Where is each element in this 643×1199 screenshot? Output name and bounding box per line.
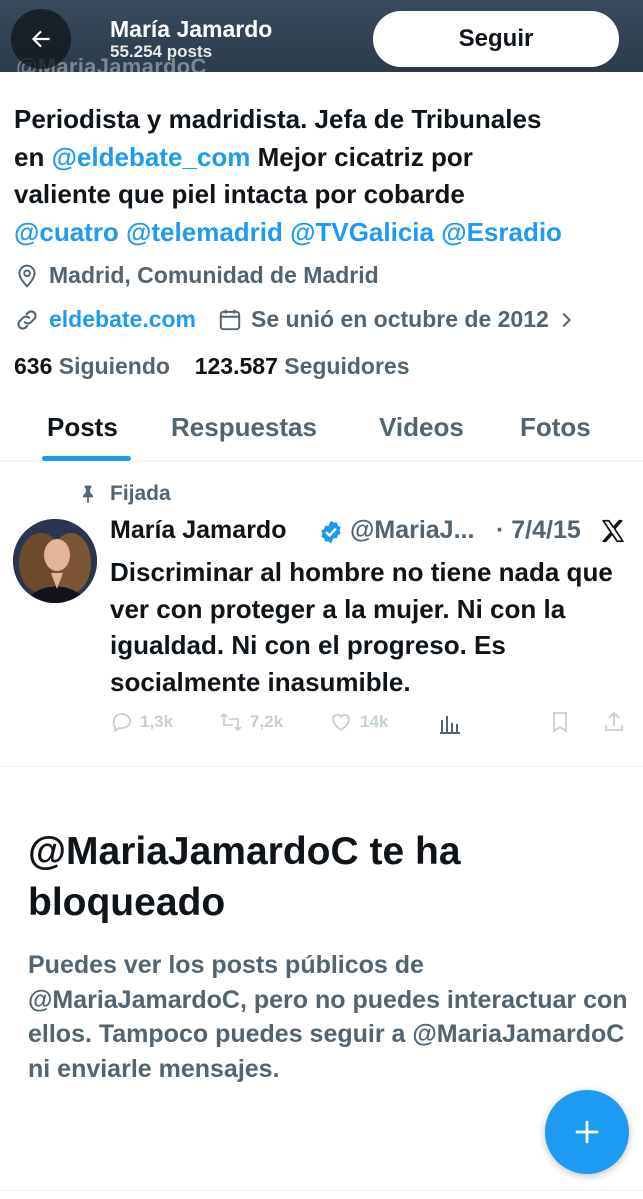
avatar-photo	[13, 519, 97, 603]
pinned-indicator: Fijada	[78, 482, 171, 506]
followers-label: Seguidores	[284, 353, 410, 379]
following-label: Siguiendo	[58, 353, 170, 379]
compose-post-button[interactable]	[545, 1090, 629, 1174]
views-button[interactable]	[438, 712, 462, 736]
profile-tabs: Posts Respuestas Videos Fotos	[0, 390, 643, 461]
views-icon	[440, 716, 460, 734]
bio-mention-eldebate[interactable]: @eldebate_com	[52, 142, 251, 172]
retweet-icon	[220, 712, 242, 732]
bio-line-2-rest: Mejor cicatriz por	[257, 141, 473, 172]
tab-videos[interactable]: Videos	[379, 412, 464, 443]
tweet-date[interactable]: · 7/4/15	[496, 516, 581, 545]
tweet-header: María Jamardo @MariaJ... · 7/4/15	[110, 516, 630, 550]
share-button[interactable]	[602, 710, 626, 734]
like-count: 14k	[360, 712, 389, 731]
share-icon	[605, 711, 623, 731]
pinned-label: Fijada	[110, 482, 171, 505]
followers-count: 123.587	[194, 353, 278, 379]
reply-button[interactable]: 1,3k	[110, 710, 173, 734]
joined-text: Se unió en octubre de 2012	[251, 306, 549, 332]
bio-mention-telemadrid[interactable]: @telemadrid	[126, 217, 283, 247]
following-stat[interactable]: 636 Siguiendo	[14, 353, 170, 379]
like-icon	[332, 713, 350, 732]
bio-mention-esradio[interactable]: @Esradio	[441, 217, 562, 247]
tab-posts[interactable]: Posts	[47, 412, 118, 443]
reply-icon	[112, 713, 131, 733]
bio-line-3: valiente que piel intacta por cobarde	[14, 179, 465, 209]
bookmark-icon	[553, 712, 567, 733]
following-count: 636	[14, 353, 53, 379]
profile-bio: Periodista y madridista. Jefa de Tribuna…	[14, 101, 634, 251]
tweet-avatar[interactable]	[13, 519, 97, 603]
tweet-divider	[0, 766, 643, 767]
reply-count: 1,3k	[140, 712, 174, 731]
pin-icon	[83, 485, 93, 504]
tweet-handle[interactable]: @MariaJ...	[350, 516, 474, 545]
retweet-button[interactable]: 7,2k	[218, 710, 283, 734]
bottom-divider	[0, 1190, 643, 1191]
link-icon	[17, 309, 37, 330]
profile-link-row: eldebate.com Se unió en octubre de 2012	[14, 306, 577, 333]
verified-badge-icon	[321, 520, 341, 544]
chevron-right-icon[interactable]	[555, 309, 577, 331]
tweet-author-name[interactable]: María Jamardo	[110, 516, 286, 545]
back-arrow-icon	[31, 30, 50, 48]
blocked-title: @MariaJamardoC te ha bloqueado	[28, 830, 461, 924]
tab-respuestas[interactable]: Respuestas	[171, 412, 317, 443]
back-button[interactable]	[11, 9, 71, 69]
follow-button[interactable]: Seguir	[373, 11, 619, 67]
header-post-count: 55.254 posts	[110, 42, 213, 61]
followers-stat[interactable]: 123.587 Seguidores	[195, 353, 410, 379]
bio-mention-cuatro[interactable]: @cuatro	[14, 217, 119, 247]
bio-line-1: Periodista y madridista. Jefa de Tribuna…	[14, 104, 542, 134]
like-button[interactable]: 14k	[328, 710, 388, 734]
tweet-text: Discriminar al hombre no tiene nada que …	[110, 557, 613, 697]
retweet-count: 7,2k	[250, 712, 284, 731]
profile-header: @MariaJamardoC María Jamardo 55.254 post…	[0, 0, 643, 72]
header-name: María Jamardo	[110, 16, 273, 42]
website-link[interactable]: eldebate.com	[49, 306, 196, 333]
plus-icon	[575, 1120, 599, 1144]
profile-location: Madrid, Comunidad de Madrid	[14, 262, 379, 289]
x-logo-icon	[602, 519, 624, 543]
active-tab-indicator	[42, 456, 131, 461]
profile-stats: 636 Siguiendo 123.587 Seguidores	[14, 353, 410, 380]
tab-fotos[interactable]: Fotos	[520, 412, 591, 443]
calendar-icon	[219, 309, 241, 330]
bookmark-button[interactable]	[548, 710, 572, 734]
bio-mention-tvgalicia[interactable]: @TVGalicia	[290, 217, 434, 247]
location-pin-icon	[18, 264, 36, 288]
location-text: Madrid, Comunidad de Madrid	[49, 262, 379, 288]
bio-en: en	[14, 141, 45, 172]
tweet-actions: 1,3k 7,2k 14k	[0, 708, 643, 740]
blocked-description: Puedes ver los posts públicos de @MariaJ…	[28, 951, 628, 1083]
